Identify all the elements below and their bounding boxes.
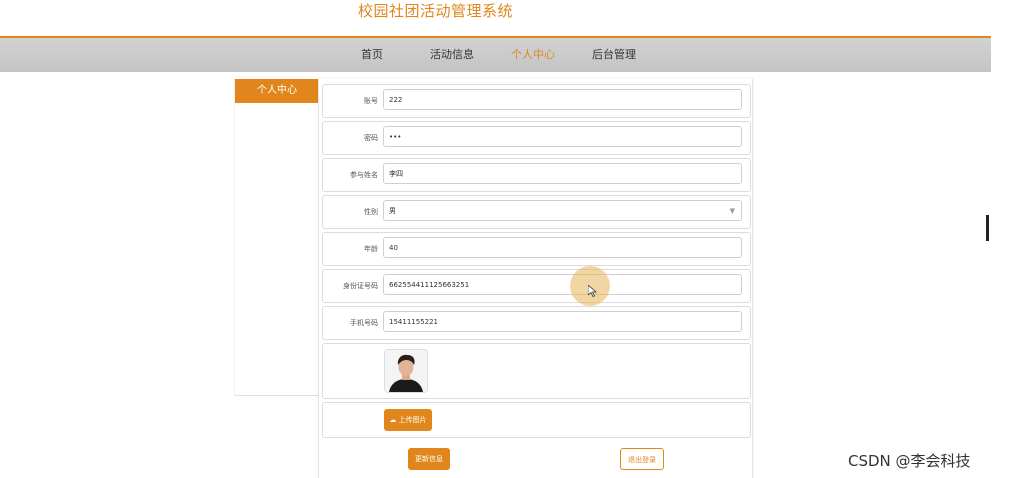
nav-item-admin[interactable]: 后台管理 [592, 38, 636, 72]
name-input[interactable]: 李四 [383, 163, 742, 184]
name-label: 参与姓名 [350, 171, 378, 179]
form-row-name: 参与姓名 李四 [322, 158, 751, 192]
watermark: CSDN @李会科技 [848, 452, 971, 470]
form-row-password: 密码 ••• [322, 121, 751, 155]
profile-form: 账号 222 密码 ••• 参与姓名 李四 性别 男 ▼ 年龄 40 身份证号码… [318, 79, 753, 478]
phone-label: 手机号码 [350, 319, 378, 327]
gender-label: 性别 [364, 208, 378, 216]
form-row-phone: 手机号码 15411155221 [322, 306, 751, 340]
update-info-button[interactable]: 更新信息 [408, 448, 450, 470]
gender-value: 男 [389, 207, 396, 215]
password-label: 密码 [364, 134, 378, 142]
logout-button[interactable]: 退出登录 [620, 448, 664, 470]
form-row-id-number: 身份证号码 662554411125663251 [322, 269, 751, 303]
form-row-gender: 性别 男 ▼ [322, 195, 751, 229]
form-row-account: 账号 222 [322, 84, 751, 118]
scroll-marker [986, 215, 989, 241]
cloud-upload-icon: ☁ [389, 416, 397, 424]
avatar-image [385, 350, 427, 392]
form-row-age: 年龄 40 [322, 232, 751, 266]
top-navbar: 首页 活动信息 个人中心 后台管理 [0, 36, 991, 72]
id-number-input[interactable]: 662554411125663251 [383, 274, 742, 295]
password-input[interactable]: ••• [383, 126, 742, 147]
nav-item-home[interactable]: 首页 [361, 38, 383, 72]
upload-image-button[interactable]: ☁ 上传图片 [384, 409, 432, 431]
id-number-label: 身份证号码 [343, 282, 378, 290]
form-row-photo [322, 343, 751, 399]
phone-input[interactable]: 15411155221 [383, 311, 742, 332]
gender-select[interactable]: 男 ▼ [383, 200, 742, 221]
site-title: 校园社团活动管理系统 [358, 2, 514, 20]
account-input[interactable]: 222 [383, 89, 742, 110]
age-input[interactable]: 40 [383, 237, 742, 258]
sidebar: 个人中心 [234, 79, 319, 396]
mouse-pointer-icon [588, 285, 597, 297]
sidebar-item-personal-center[interactable]: 个人中心 [235, 79, 319, 103]
avatar [384, 349, 428, 393]
age-label: 年龄 [364, 245, 378, 253]
upload-button-label: 上传图片 [398, 416, 427, 424]
nav-item-personal-center[interactable]: 个人中心 [511, 38, 555, 72]
chevron-down-icon: ▼ [729, 207, 735, 215]
nav-item-activity-info[interactable]: 活动信息 [430, 38, 474, 72]
account-label: 账号 [364, 97, 378, 105]
form-row-upload: ☁ 上传图片 [322, 402, 751, 438]
